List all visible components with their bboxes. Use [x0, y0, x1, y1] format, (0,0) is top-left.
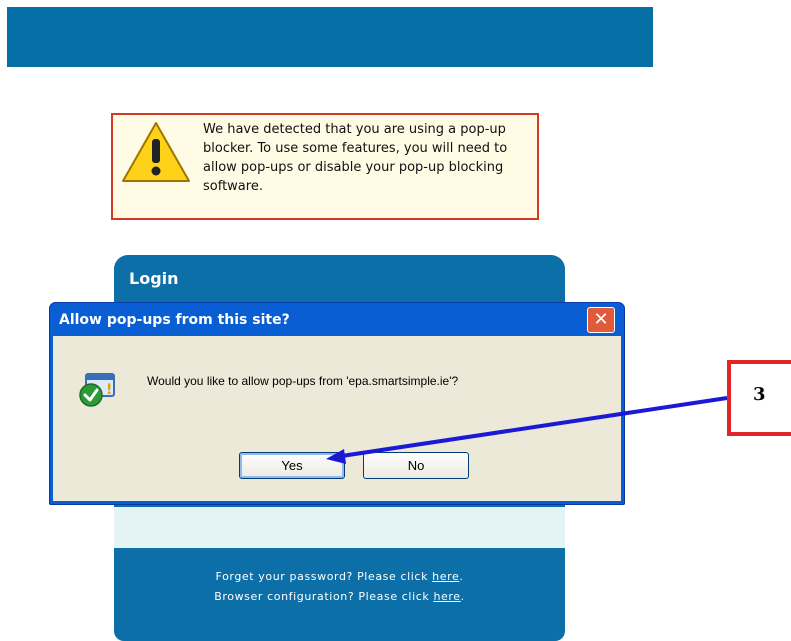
step-number: 3 [753, 384, 766, 405]
step-callout: 3 [727, 360, 791, 436]
annotation-arrow [326, 396, 728, 464]
